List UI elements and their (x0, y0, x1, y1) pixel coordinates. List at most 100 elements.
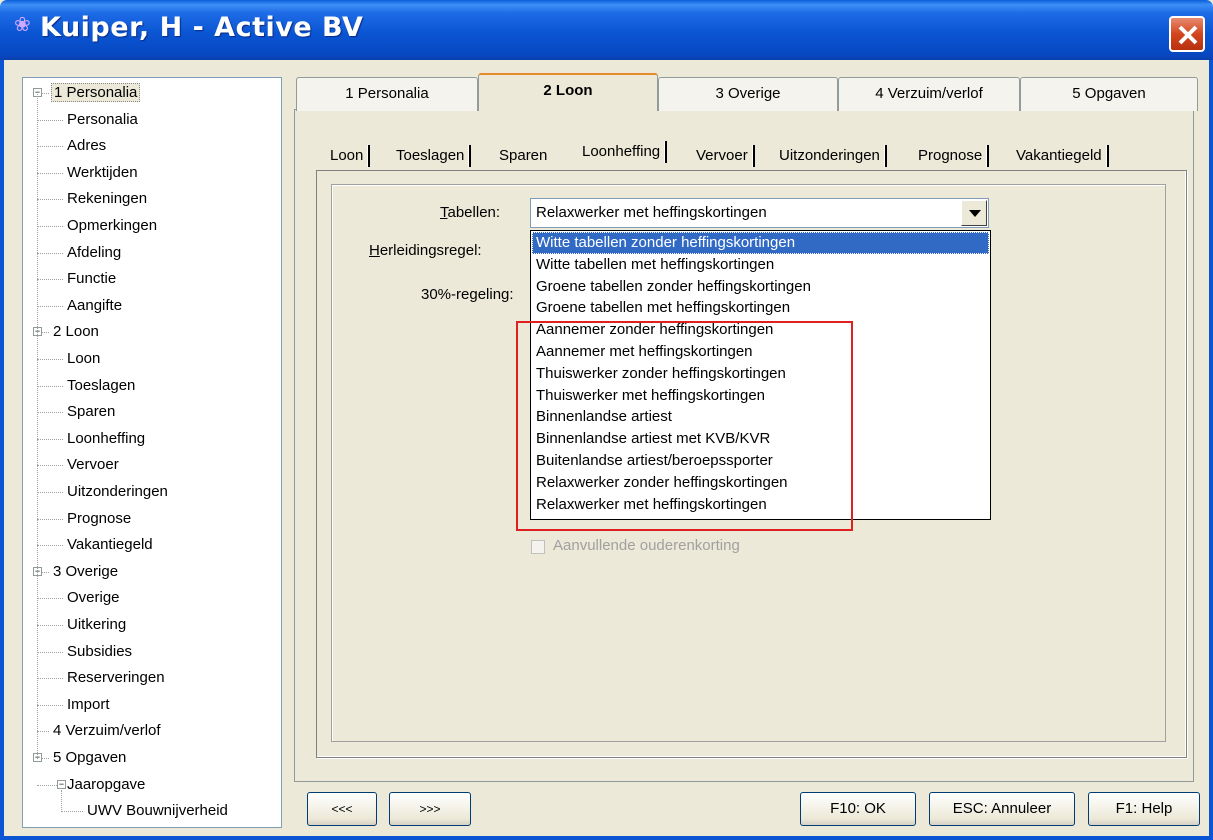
tree-connector (37, 359, 63, 360)
subtab-separator (1105, 145, 1109, 168)
dropdown-option[interactable]: Groene tabellen met heffingskortingen (532, 297, 989, 319)
subtab-loon[interactable]: Loon (330, 142, 371, 170)
tree-connector (37, 492, 63, 493)
tree-item[interactable]: Vakantiegeld (65, 534, 155, 556)
tree-connector (37, 731, 49, 733)
tree-item[interactable]: UWV Bouwnijverheid (85, 800, 230, 822)
subtab-prognose[interactable]: Prognose (918, 142, 990, 170)
dropdown-option[interactable]: Witte tabellen zonder heffingskortingen (532, 232, 989, 254)
tree-item[interactable]: Functie (65, 268, 118, 290)
tree-item-label: Vakantiegeld (67, 536, 153, 554)
dropdown-button[interactable] (961, 200, 987, 226)
tree-item[interactable]: Adres (65, 135, 108, 157)
tree-item[interactable]: Subsidies (65, 641, 134, 663)
tree-connector (37, 172, 63, 174)
tree-item-label: Reserveringen (67, 669, 165, 687)
tree-item-label: Overige (67, 589, 120, 607)
cancel-button[interactable]: ESC: Annuleer (929, 792, 1075, 826)
dropdown-option[interactable]: Witte tabellen met heffingskortingen (532, 254, 989, 276)
tree-item[interactable]: Afdeling (65, 242, 123, 264)
tree-item[interactable]: Prognose (65, 508, 133, 530)
close-button[interactable] (1169, 16, 1205, 52)
tree-item-label: Rekeningen (67, 190, 148, 208)
tree-item-label: 5 Opgaven (53, 749, 127, 766)
previous-button[interactable]: <<< (307, 792, 377, 826)
tree-item-label: Prognose (67, 509, 132, 527)
tree-connector (37, 279, 63, 281)
annotation-highlight-box (516, 321, 853, 531)
subtab-label: Prognose (918, 147, 983, 164)
tree-item[interactable]: Loon (65, 348, 102, 370)
subtab-sparen[interactable]: Sparen (499, 142, 547, 170)
tree-item[interactable]: Personalia (65, 109, 140, 131)
subtab-label: Sparen (499, 147, 548, 164)
subtab-separator (986, 145, 990, 168)
tree-item[interactable]: 4 Verzuim/verlof (51, 720, 163, 742)
tree-connector (37, 651, 63, 653)
subtab-separator (664, 141, 668, 164)
subtab-separator (751, 145, 755, 168)
tree-item-label: Uitkering (67, 616, 127, 633)
subtab-toeslagen[interactable]: Toeslagen (396, 142, 472, 170)
tree-item-label: Werktijden (67, 163, 138, 181)
tree-item[interactable]: 2 Loon (51, 321, 101, 343)
tree-trunk-line (37, 94, 38, 759)
tree-item[interactable]: Loonheffing (65, 428, 147, 450)
subtab-loonheffing[interactable]: Loonheffing (582, 138, 668, 166)
tree-item[interactable]: Import (65, 694, 112, 716)
next-button[interactable]: >>> (389, 792, 471, 826)
subtab-vakantiegeld[interactable]: Vakantiegeld (1016, 142, 1109, 170)
tree-item[interactable]: Toeslagen (65, 375, 137, 397)
tree-item[interactable]: Rekeningen (65, 188, 149, 210)
tab-5-opgaven[interactable]: 5 Opgaven (1020, 77, 1198, 111)
tree-item[interactable]: Opmerkingen (65, 215, 159, 237)
window-title: Kuiper, H - Active BV (40, 12, 364, 43)
tab-3-overige[interactable]: 3 Overige (658, 77, 838, 111)
tree-item[interactable]: Uitzonderingen (65, 481, 170, 503)
tree-connector (37, 465, 63, 467)
navigation-tree[interactable]: 1 Personalia − Personalia Adres Werktijden Re… (22, 77, 282, 828)
tree-item[interactable]: Uitkering (65, 614, 128, 636)
tree-connector (37, 385, 63, 387)
tab-4-verzuim-verlof[interactable]: 4 Verzuim/verlof (838, 77, 1020, 111)
subtab-separator (468, 145, 472, 168)
tree-connector (37, 625, 63, 626)
tabellen-select[interactable]: Relaxwerker met heffingskortingen (530, 198, 989, 228)
tab-label: 2 Loon (543, 82, 593, 99)
tree-item[interactable]: Overige (65, 587, 122, 609)
tree-item-label: UWV Bouwnijverheid (87, 802, 228, 820)
tree-item[interactable]: Jaaropgave (65, 774, 147, 796)
subtab-label: Toeslagen (396, 147, 465, 164)
subtab-vervoer[interactable]: Vervoer (696, 142, 755, 170)
tree-item[interactable]: 3 Overige (51, 561, 120, 583)
tab-2-loon[interactable]: 2 Loon (478, 73, 658, 111)
tree-item-label: Sparen (67, 403, 116, 421)
tree-item[interactable]: Werktijden (65, 162, 140, 184)
subtab-uitzonderingen[interactable]: Uitzonderingen (779, 142, 887, 170)
tree-item[interactable]: 5 Opgaven (51, 747, 128, 769)
tree-item-label: Subsidies (67, 642, 133, 660)
tree-connector (37, 252, 63, 254)
subtab-label: Vervoer (696, 147, 748, 164)
collapse-icon[interactable]: − (57, 779, 66, 789)
tree-connector (37, 704, 63, 706)
tree-item-label: Personalia (67, 110, 138, 128)
tab-1-personalia[interactable]: 1 Personalia (296, 77, 478, 111)
tree-connector (37, 119, 63, 121)
tree-item-label: 4 Verzuim/verlof (53, 722, 161, 740)
title-bar: ❀ Kuiper, H - Active BV (0, 0, 1213, 60)
subtab-label: Vakantiegeld (1016, 147, 1102, 164)
herleidingsregel-label: Herleidingsregel: (369, 242, 482, 259)
dropdown-option[interactable]: Groene tabellen zonder heffingskortingen (532, 276, 989, 298)
tab-label: 4 Verzuim/verlof (875, 85, 983, 102)
help-button[interactable]: F1: Help (1088, 792, 1200, 826)
tree-item-label: Adres (67, 137, 107, 155)
tree-item[interactable]: 1 Personalia (51, 82, 141, 104)
tree-item[interactable]: Vervoer (65, 454, 121, 476)
tree-item[interactable]: Reserveringen (65, 667, 167, 689)
ok-button[interactable]: F10: OK (800, 792, 916, 826)
aanvullende-ouderenkorting-checkbox[interactable] (531, 540, 545, 554)
tree-item[interactable]: Aangifte (65, 295, 124, 317)
tree-item-label: Opmerkingen (67, 217, 158, 234)
tree-item[interactable]: Sparen (65, 401, 117, 423)
